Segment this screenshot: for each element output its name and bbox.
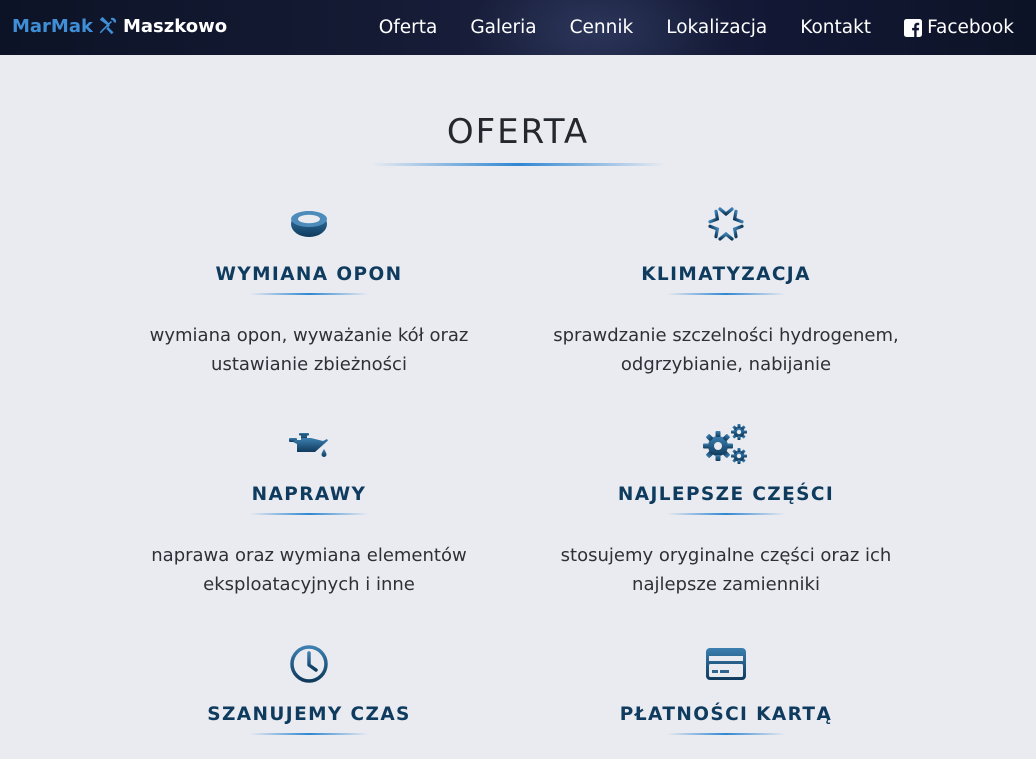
service-card-time: SZANUJEMY CZAS (109, 642, 509, 735)
top-navbar: MarMak Maszkowo Oferta Galeria Cennik Lo… (0, 0, 1036, 55)
service-title-underline (250, 293, 368, 295)
nav-link-lokalizacja[interactable]: Lokalizacja (666, 17, 767, 38)
service-title: NAJLEPSZE CZĘŚCI (617, 484, 835, 505)
service-title: WYMIANA OPON (215, 264, 403, 285)
section-title: OFERTA (446, 112, 590, 152)
service-description: naprawa oraz wymiana elementów eksploata… (151, 545, 467, 595)
service-title: NAPRAWY (251, 484, 367, 505)
service-description: sprawdzanie szczelności hydrogenem, odgr… (553, 325, 899, 375)
service-card-repairs: NAPRAWY naprawa oraz wymiana elementów e… (109, 422, 509, 599)
nav-link-galeria[interactable]: Galeria (470, 17, 536, 38)
oil-can-icon (289, 433, 328, 457)
wrench-screwdriver-icon (99, 16, 116, 35)
service-card-tires: WYMIANA OPON wymiana opon, wyważanie kół… (109, 202, 509, 379)
cogs-icon (703, 424, 747, 464)
service-title: KLIMATYZACJA (641, 264, 811, 285)
nav-link-facebook[interactable]: Facebook (904, 17, 1014, 38)
brand-name-part2: Maszkowo (122, 15, 228, 37)
service-title: SZANUJEMY CZAS (207, 704, 411, 725)
service-description: stosujemy oryginalne części oraz ich naj… (560, 545, 892, 595)
facebook-icon (904, 18, 923, 37)
clock-icon (290, 645, 328, 683)
nav-link-cennik[interactable]: Cennik (570, 17, 634, 38)
snowflake-icon (708, 204, 744, 244)
service-title-underline (667, 293, 785, 295)
service-title-underline (667, 733, 785, 735)
facebook-label: Facebook (927, 17, 1014, 38)
nav-link-kontakt[interactable]: Kontakt (800, 17, 871, 38)
credit-card-icon (706, 648, 746, 680)
brand-logo[interactable]: MarMak Maszkowo (12, 14, 227, 38)
title-underline (372, 163, 664, 166)
main-nav: Oferta Galeria Cennik Lokalizacja Kontak… (346, 0, 1014, 55)
service-title: PŁATNOŚCI KARTĄ (619, 704, 833, 725)
service-card-air-conditioning: KLIMATYZACJA sprawdzanie szczelności hyd… (526, 202, 926, 379)
nav-link-oferta[interactable]: Oferta (379, 17, 438, 38)
service-title-underline (250, 733, 368, 735)
service-card-card-payments: PŁATNOŚCI KARTĄ (526, 642, 926, 735)
brand-name-part1: MarMak (12, 15, 93, 37)
tire-icon (291, 211, 327, 237)
service-title-underline (667, 513, 785, 515)
service-description: wymiana opon, wyważanie kół oraz ustawia… (149, 325, 469, 375)
service-title-underline (250, 513, 368, 515)
service-card-parts: NAJLEPSZE CZĘŚCI stosujemy oryginalne cz… (526, 422, 926, 599)
